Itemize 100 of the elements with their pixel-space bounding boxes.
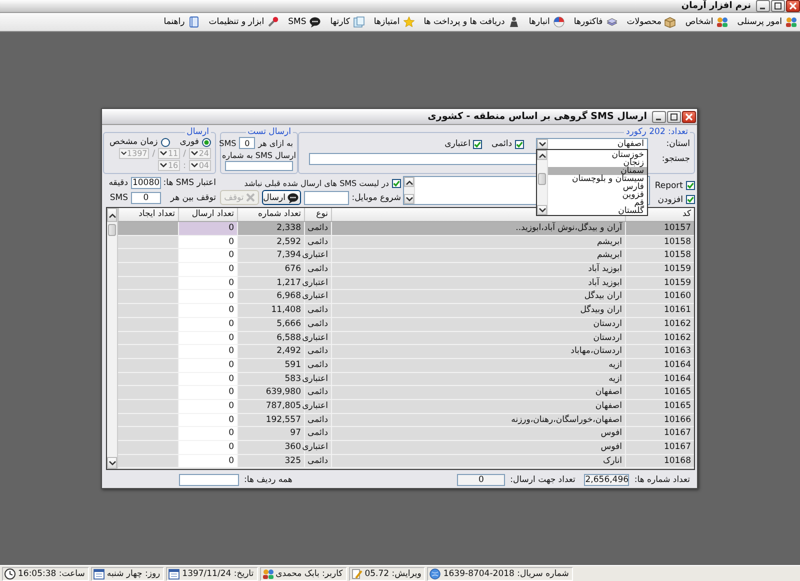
close-button[interactable]	[786, 0, 800, 12]
ball-icon	[552, 16, 565, 28]
dropdown-option[interactable]: گلستان	[548, 207, 647, 215]
input-field[interactable]: 0	[131, 192, 161, 204]
scroll-up-button[interactable]	[404, 177, 414, 187]
maximize-button[interactable]	[667, 110, 681, 122]
dropdown-option[interactable]: قزوین	[548, 191, 647, 199]
menu-item[interactable]: دریافت ها و پرداخت ها	[424, 16, 520, 28]
table-cell: اصفهان	[331, 400, 625, 413]
table-cell: دائمی	[304, 222, 331, 235]
menu-item[interactable]: امتیازها	[374, 16, 415, 28]
checkbox[interactable]	[515, 140, 524, 148]
field-label: استان:	[665, 139, 690, 149]
people-icon	[262, 568, 274, 580]
chevron-down-icon	[108, 460, 116, 466]
phone-field[interactable]	[225, 161, 293, 171]
table-cell[interactable]: 0	[178, 414, 237, 426]
table-cell: 10162	[625, 318, 694, 331]
menu-item[interactable]: SMS	[288, 16, 322, 28]
table-cell[interactable]: 0	[178, 427, 237, 440]
table-cell[interactable]: 0	[178, 318, 237, 331]
checkbox-label: افزودن	[658, 194, 683, 204]
maximize-button[interactable]	[771, 0, 785, 12]
menu-item[interactable]: اشخاص	[685, 16, 728, 28]
table-cell[interactable]: 0	[178, 358, 237, 372]
input-field[interactable]	[179, 474, 239, 486]
speech-bubble-icon	[309, 16, 322, 28]
table-cell[interactable]: 0	[178, 345, 237, 358]
table-cell[interactable]: 0	[178, 454, 237, 468]
speech-bubble-icon	[287, 192, 300, 204]
table-cell: اردستان	[331, 318, 625, 331]
table-cell: 10160	[625, 290, 694, 304]
menu-item[interactable]: راهنما	[164, 16, 200, 28]
people-icon	[716, 16, 728, 28]
table-cell: اعتباری	[304, 372, 331, 386]
menu-item[interactable]: انبارها	[528, 16, 565, 28]
checkbox[interactable]	[686, 195, 695, 204]
checkbox[interactable]	[686, 181, 695, 190]
menu-item[interactable]: ابزار و تنظیمات	[208, 16, 280, 28]
dropdown-option[interactable]: فارس	[548, 183, 647, 191]
table-cell: دائمی	[304, 236, 331, 248]
table-cell: دائمی	[304, 263, 331, 276]
dropdown-option[interactable]: سیستان و بلوچستان	[548, 175, 647, 183]
menu-item[interactable]: کارتها	[330, 16, 365, 28]
globe-icon	[429, 568, 442, 580]
input-field[interactable]: 0	[239, 137, 256, 149]
scroll-down-button[interactable]	[404, 194, 414, 204]
table-cell[interactable]: 0	[178, 441, 237, 454]
table-cell[interactable]: 0	[178, 236, 237, 248]
checkbox-label: دائمی	[491, 139, 512, 149]
dropdown-option[interactable]: خوزستان	[548, 151, 647, 159]
table-cell: 10164	[625, 372, 694, 386]
minimize-button[interactable]	[756, 0, 770, 12]
scrollbar-thumb[interactable]	[538, 173, 546, 185]
mobile-field[interactable]	[304, 190, 349, 204]
table-cell[interactable]: 0	[178, 372, 237, 386]
dropdown-button[interactable]	[537, 139, 548, 149]
table-cell[interactable]: 0	[178, 304, 237, 317]
dropdown-option[interactable]: سمنان	[548, 167, 647, 175]
status-text: کاربر: بابک محمدی	[276, 568, 343, 578]
menu-item[interactable]: فاکتورها	[574, 16, 618, 28]
scrollbar-thumb[interactable]	[108, 224, 116, 236]
field-label: توقف بین هر	[169, 193, 216, 203]
table-cell: 10162	[625, 332, 694, 344]
column-header[interactable]: تعداد شماره	[258, 209, 301, 219]
status-text: ویرایش: 05.72	[364, 568, 422, 578]
table-cell[interactable]: 0	[178, 290, 237, 304]
send-button[interactable]: ارسال	[262, 190, 301, 205]
table-cell: 10166	[625, 414, 694, 426]
star-icon	[402, 16, 415, 28]
table-cell[interactable]: 0	[178, 400, 237, 413]
checkbox[interactable]	[392, 178, 401, 188]
input-field[interactable]: 10080	[131, 177, 161, 189]
column-header[interactable]: نوع	[316, 209, 328, 219]
checkbox[interactable]	[473, 140, 482, 148]
people-icon	[785, 16, 797, 28]
table-cell[interactable]: 0	[178, 386, 237, 399]
column-header[interactable]: تعداد ایجاد	[138, 209, 175, 219]
close-button[interactable]	[682, 110, 696, 122]
column-header[interactable]: تعداد ارسال	[192, 209, 234, 219]
column-header[interactable]: کد	[682, 209, 691, 219]
table-cell[interactable]: 0	[178, 263, 237, 276]
menu-item[interactable]: امور پرسنلی	[737, 16, 797, 28]
table-cell: اردستان،مهاباد	[331, 345, 625, 358]
scroll-down-button[interactable]	[107, 457, 117, 469]
table-cell: 10164	[625, 358, 694, 372]
table-cell: 10168	[625, 454, 694, 468]
table-cell: اعتباری	[304, 400, 331, 413]
scroll-down-button[interactable]	[537, 205, 547, 215]
dropdown-option[interactable]: زنجان	[548, 159, 647, 167]
table-cell[interactable]: 0	[178, 249, 237, 262]
table-cell[interactable]: 0	[178, 276, 237, 290]
scroll-up-button[interactable]	[537, 150, 547, 160]
dropdown-option[interactable]: قم	[548, 199, 647, 207]
table-cell: 10167	[625, 441, 694, 454]
menu-item[interactable]: محصولات	[626, 16, 676, 28]
table-cell[interactable]: 0	[178, 222, 237, 235]
scroll-up-button[interactable]	[107, 208, 117, 222]
table-cell[interactable]: 0	[178, 332, 237, 344]
minimize-button[interactable]	[652, 110, 666, 122]
